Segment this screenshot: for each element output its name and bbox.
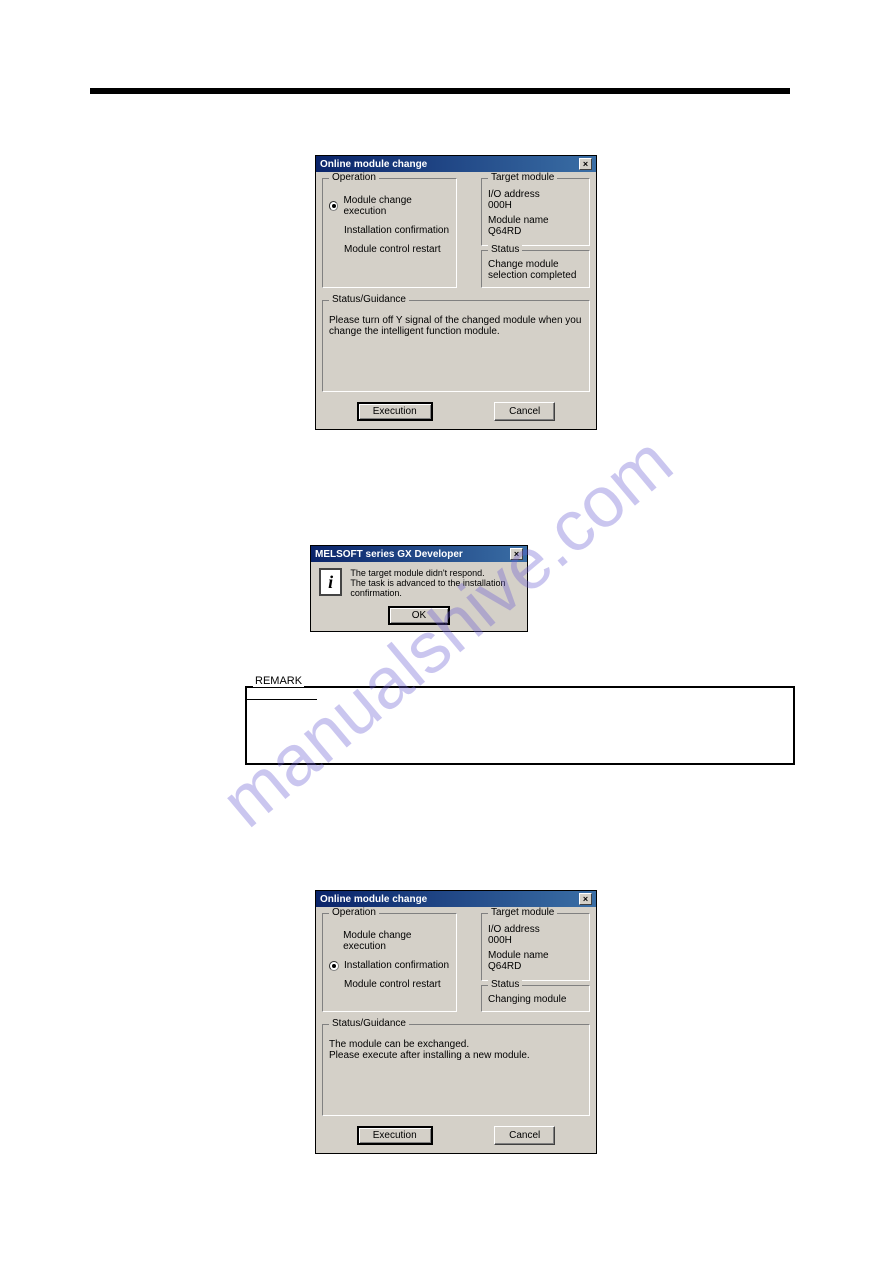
target-module-legend: Target module — [488, 907, 557, 918]
close-icon[interactable]: × — [579, 893, 592, 905]
online-module-change-dialog-2: Online module change × Operation Module … — [315, 890, 597, 1154]
cancel-button[interactable]: Cancel — [494, 402, 555, 421]
radio-icon — [329, 201, 338, 211]
module-name-label: Module name — [488, 950, 558, 961]
radio-label: Installation confirmation — [344, 225, 449, 236]
module-name-value: Q64RD — [488, 961, 521, 972]
message-line-2: The task is advanced to the installation… — [350, 578, 519, 598]
radio-installation-confirmation[interactable]: Installation confirmation — [329, 960, 450, 971]
info-icon: i — [319, 568, 342, 596]
radio-installation-confirmation[interactable]: Installation confirmation — [329, 225, 450, 236]
title-bar: Online module change × — [316, 156, 596, 172]
guidance-line-1: The module can be exchanged. — [329, 1039, 583, 1050]
module-name-label: Module name — [488, 215, 558, 226]
dialog-title: Online module change — [320, 159, 427, 170]
target-module-legend: Target module — [488, 172, 557, 183]
remark-label: REMARK — [253, 675, 304, 687]
dialog-title: Online module change — [320, 894, 427, 905]
radio-module-control-restart[interactable]: Module control restart — [329, 244, 450, 255]
execution-button[interactable]: Execution — [357, 402, 433, 421]
radio-label: Module control restart — [344, 979, 441, 990]
operation-legend: Operation — [329, 907, 379, 918]
radio-label: Installation confirmation — [344, 960, 449, 971]
message-line-1: The target module didn't respond. — [350, 568, 519, 578]
radio-label: Module change execution — [343, 195, 450, 217]
execution-button[interactable]: Execution — [357, 1126, 433, 1145]
radio-module-control-restart[interactable]: Module control restart — [329, 979, 450, 990]
header-rule — [90, 88, 790, 94]
close-icon[interactable]: × — [510, 548, 523, 560]
io-address-label: I/O address — [488, 924, 558, 935]
radio-label: Module change execution — [343, 930, 450, 952]
remark-box: REMARK — [245, 687, 795, 765]
status-legend: Status — [488, 244, 522, 255]
ok-button[interactable]: OK — [388, 606, 450, 625]
radio-module-change-execution[interactable]: Module change execution — [329, 195, 450, 217]
close-icon[interactable]: × — [579, 158, 592, 170]
dialog-title: MELSOFT series GX Developer — [315, 549, 463, 560]
guidance-text: Please turn off Y signal of the changed … — [329, 309, 583, 337]
radio-module-change-execution[interactable]: Module change execution — [329, 930, 450, 952]
operation-legend: Operation — [329, 172, 379, 183]
status-legend: Status — [488, 979, 522, 990]
title-bar: MELSOFT series GX Developer × — [311, 546, 527, 562]
module-name-value: Q64RD — [488, 226, 521, 237]
io-address-label: I/O address — [488, 189, 558, 200]
guidance-line-2: Please execute after installing a new mo… — [329, 1050, 583, 1061]
guidance-legend: Status/Guidance — [329, 1018, 409, 1029]
radio-icon — [329, 961, 339, 971]
cancel-button[interactable]: Cancel — [494, 1126, 555, 1145]
title-bar: Online module change × — [316, 891, 596, 907]
status-text: Change module selection completed — [488, 259, 583, 281]
radio-label: Module control restart — [344, 244, 441, 255]
melsoft-message-dialog: MELSOFT series GX Developer × i The targ… — [310, 545, 528, 632]
status-text: Changing module — [488, 994, 583, 1005]
online-module-change-dialog-1: Online module change × Operation Module … — [315, 155, 597, 430]
guidance-legend: Status/Guidance — [329, 294, 409, 305]
io-address-value: 000H — [488, 935, 512, 946]
io-address-value: 000H — [488, 200, 512, 211]
